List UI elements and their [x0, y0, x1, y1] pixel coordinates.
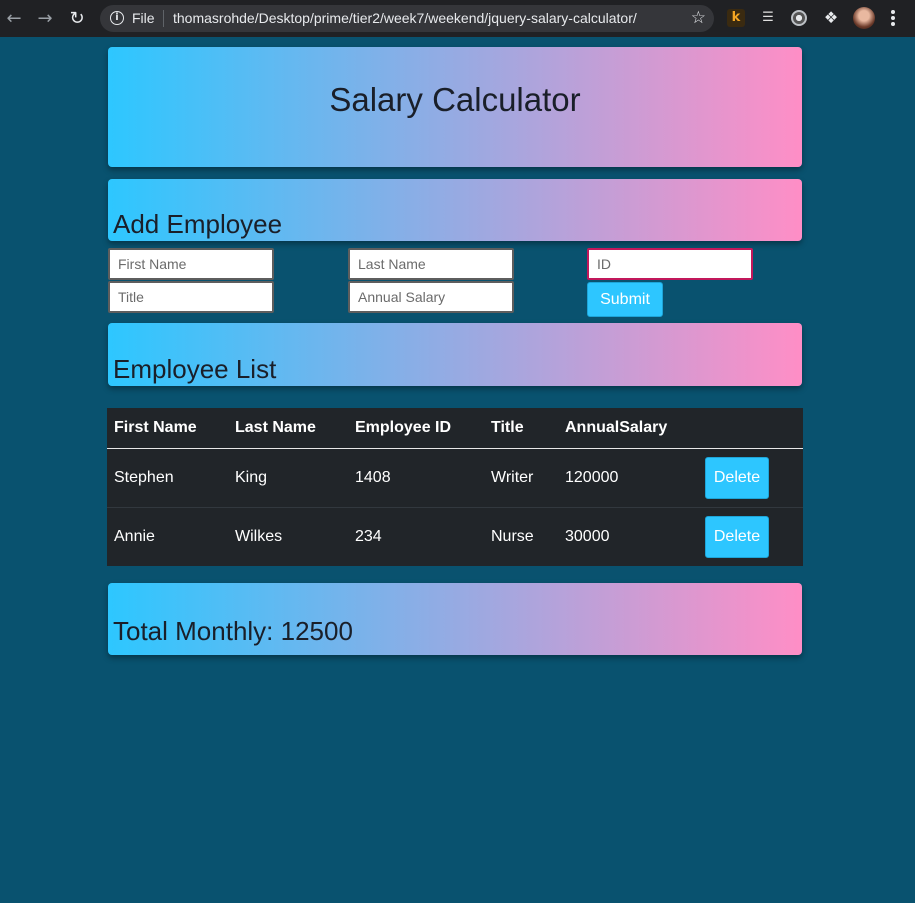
column-header-first-name: First Name	[107, 408, 228, 449]
cell-first-name: Annie	[107, 506, 228, 566]
add-employee-panel: Add Employee	[108, 179, 802, 241]
cell-last-name: King	[235, 468, 268, 486]
delete-button[interactable]: Delete	[705, 515, 769, 558]
cell-actions: Delete	[698, 506, 803, 566]
total-monthly-panel: Total Monthly: 12500	[108, 583, 802, 655]
address-bar[interactable]: i File thomasrohde/Desktop/prime/tier2/w…	[100, 5, 714, 32]
forward-arrow-icon[interactable]: →	[34, 8, 56, 30]
add-employee-heading: Add Employee	[113, 209, 283, 239]
header-panel: Salary Calculator	[108, 47, 802, 167]
delete-button[interactable]: Delete	[705, 456, 769, 499]
books-extension-icon[interactable]: ☰	[759, 9, 777, 27]
cell-last-name: Wilkes	[228, 506, 348, 566]
url-text[interactable]: thomasrohde/Desktop/prime/tier2/week7/we…	[173, 10, 637, 27]
address-separator	[163, 10, 164, 27]
table-header-row: First Name Last Name Employee ID Title A…	[107, 408, 803, 449]
cell-annual-salary: 120000	[565, 468, 619, 486]
info-icon[interactable]: i	[110, 11, 124, 25]
puzzle-icon[interactable]: ❖	[822, 9, 840, 27]
browser-toolbar: ← → ↻ i File thomasrohde/Desktop/prime/t…	[0, 0, 915, 37]
total-monthly-text: Total Monthly: 12500	[113, 616, 353, 646]
table-row: Annie Wilkes 234 Nurse 30000 Delete	[107, 506, 803, 566]
id-input[interactable]	[587, 248, 753, 280]
k-extension-icon[interactable]: k	[727, 9, 745, 27]
first-name-input[interactable]	[108, 248, 274, 280]
last-name-input[interactable]	[348, 248, 514, 280]
employee-list-heading: Employee List	[113, 354, 277, 384]
file-scheme-label: File	[132, 10, 155, 26]
employee-list-panel: Employee List	[108, 323, 802, 386]
column-header-actions	[698, 408, 803, 449]
cell-first-name: Stephen	[114, 468, 174, 486]
back-arrow-icon[interactable]: ←	[3, 8, 25, 30]
star-icon[interactable]: ☆	[691, 7, 706, 29]
annual-salary-input[interactable]	[348, 281, 514, 313]
column-header-last-name: Last Name	[228, 408, 348, 449]
cell-employee-id: 1408	[355, 468, 391, 486]
cell-actions: Delete	[698, 448, 803, 507]
cell-title: Writer	[491, 468, 534, 486]
submit-button[interactable]: Submit	[587, 282, 663, 317]
column-header-title: Title	[484, 408, 558, 449]
record-extension-icon[interactable]	[791, 10, 807, 26]
page-title: Salary Calculator	[329, 81, 581, 118]
column-header-employee-id: Employee ID	[348, 408, 484, 449]
title-input[interactable]	[108, 281, 274, 313]
cell-annual-salary: 30000	[558, 506, 698, 566]
profile-avatar[interactable]	[853, 7, 875, 29]
cell-title: Nurse	[484, 506, 558, 566]
reload-icon[interactable]: ↻	[66, 8, 88, 30]
cell-employee-id: 234	[348, 506, 484, 566]
kebab-menu-icon[interactable]	[890, 8, 896, 28]
table-row: Stephen King 1408 Writer 120000 Delete	[107, 448, 803, 507]
employee-table: First Name Last Name Employee ID Title A…	[107, 408, 803, 566]
column-header-annual-salary: AnnualSalary	[558, 408, 698, 449]
